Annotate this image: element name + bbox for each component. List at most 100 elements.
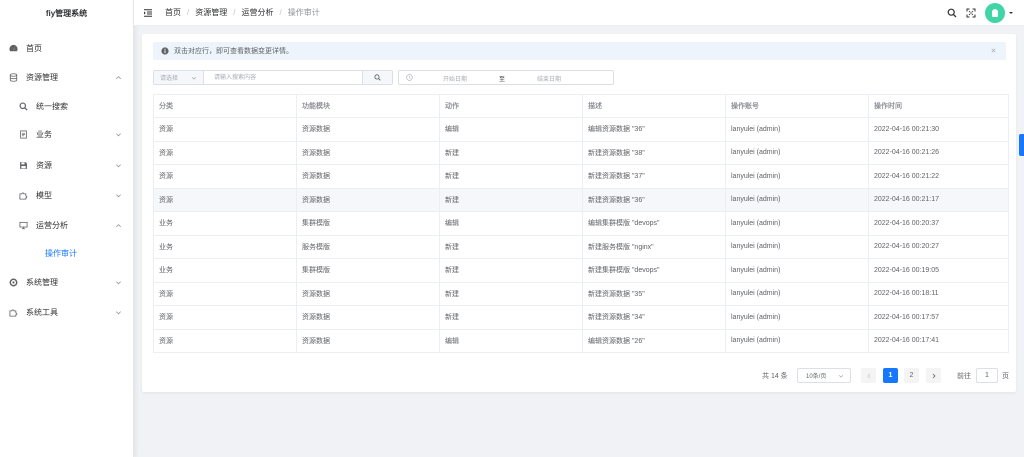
sidebar: fiy管理系统 首页 资源管理 统一搜索 业务 资源 模型 运营分析 操作审计 [0, 0, 134, 457]
sidebar-item-resource[interactable]: 资源 [0, 155, 134, 175]
table-cell: 新建集群模版 "devops" [582, 258, 726, 283]
column-header-account[interactable]: 操作账号 [725, 94, 869, 118]
table-cell: 2022-04-16 00:21:30 [868, 117, 1009, 142]
start-date-input[interactable]: 开始日期 [443, 74, 467, 83]
table-row[interactable]: 资源 资源数据 新建 新建资源数据 "38" lanyulei (admin) … [153, 141, 1009, 165]
table-cell: lanyulei (admin) [725, 188, 869, 212]
table-row[interactable]: 资源 资源数据 新建 新建资源数据 "35" lanyulei (admin) … [153, 282, 1009, 306]
table-cell: 2022-04-16 00:21:26 [868, 141, 1009, 165]
table-cell: 资源数据 [296, 282, 440, 306]
page-size-value: 10条/页 [806, 374, 827, 380]
breadcrumb-resource-management[interactable]: 资源管理 [195, 7, 227, 18]
sidebar-item-operations-analysis[interactable]: 运营分析 [0, 215, 134, 235]
sidebar-item-system-tools[interactable]: 系统工具 [0, 302, 134, 322]
sidebar-item-label: 统一搜索 [36, 101, 68, 111]
table-cell: 业务 [153, 235, 297, 259]
table-cell: 新建资源数据 "37" [582, 164, 726, 189]
sidebar-item-resource-management[interactable]: 资源管理 [0, 67, 134, 87]
column-header-category[interactable]: 分类 [153, 94, 297, 118]
table-cell: 集群模版 [296, 211, 440, 236]
column-header-module[interactable]: 功能模块 [296, 94, 440, 118]
sidebar-item-label: 业务 [36, 129, 52, 139]
table-cell: 业务 [153, 258, 297, 283]
table-row[interactable]: 资源 资源数据 编辑 编辑资源数据 "26" lanyulei (admin) … [153, 329, 1009, 353]
chevron-right-icon [932, 373, 936, 378]
table-row[interactable]: 业务 集群模版 编辑 编辑集群模版 "devops" lanyulei (adm… [153, 211, 1009, 236]
tool-icon [8, 307, 18, 317]
table-cell: 编辑资源数据 "36" [582, 117, 726, 142]
sidebar-item-label: 系统工具 [26, 307, 58, 317]
search-group: 请选择 [153, 70, 393, 85]
search-input[interactable] [204, 71, 362, 84]
sidebar-item-system-management[interactable]: 系统管理 [0, 272, 134, 292]
table-row[interactable]: 业务 集群模版 新建 新建集群模版 "devops" lanyulei (adm… [153, 258, 1009, 283]
table-cell: 新建 [439, 188, 583, 212]
table-cell: lanyulei (admin) [725, 235, 869, 259]
date-range-picker[interactable]: 开始日期 至 结束日期 [398, 70, 614, 85]
table-cell: 2022-04-16 00:21:22 [868, 164, 1009, 189]
page-size-select[interactable]: 10条/页 [797, 368, 851, 383]
goto-prefix: 前往 [957, 373, 971, 380]
table-cell: lanyulei (admin) [725, 258, 869, 283]
search-category-select[interactable]: 请选择 [154, 71, 204, 84]
table-cell: 资源 [153, 117, 297, 142]
sidebar-item-model[interactable]: 模型 [0, 185, 134, 205]
table-header-row: 分类 功能模块 动作 描述 操作账号 操作时间 [153, 94, 1009, 118]
table-cell: 2022-04-16 00:18:11 [868, 282, 1009, 306]
sidebar-item-business[interactable]: 业务 [0, 124, 134, 144]
table-cell: lanyulei (admin) [725, 164, 869, 189]
search-icon[interactable] [947, 8, 957, 18]
header-actions [938, 0, 1014, 26]
sidebar-item-operation-audit[interactable]: 操作审计 [0, 243, 134, 263]
info-icon [161, 47, 169, 55]
chevron-up-icon [116, 223, 121, 227]
search-button[interactable] [362, 71, 392, 84]
table-row[interactable]: 业务 服务模版 新建 新建服务模版 "nginx" lanyulei (admi… [153, 235, 1009, 259]
end-date-input[interactable]: 结束日期 [537, 74, 561, 83]
breadcrumb-operations-analysis[interactable]: 运营分析 [241, 7, 273, 18]
breadcrumb: 首页 / 资源管理 / 运营分析 / 操作审计 [165, 7, 320, 18]
table-cell: 新建 [439, 282, 583, 306]
pagination-total: 共 14 条 [762, 373, 788, 380]
select-placeholder: 请选择 [160, 76, 179, 82]
settings-drawer-tab[interactable] [1019, 134, 1024, 156]
avatar[interactable] [985, 3, 1005, 23]
table-cell: 2022-04-16 00:19:05 [868, 258, 1009, 283]
column-header-description[interactable]: 描述 [582, 94, 726, 118]
column-header-action[interactable]: 动作 [439, 94, 583, 118]
sidebar-item-unified-search[interactable]: 统一搜索 [0, 96, 134, 116]
table-cell: 2022-04-16 00:17:57 [868, 305, 1009, 330]
document-icon [18, 129, 28, 139]
caret-down-icon[interactable] [1008, 10, 1014, 16]
table-cell: 新建资源数据 "34" [582, 305, 726, 330]
column-header-time[interactable]: 操作时间 [868, 94, 1009, 118]
table-row[interactable]: 资源 资源数据 新建 新建资源数据 "37" lanyulei (admin) … [153, 164, 1009, 189]
table-cell: 资源数据 [296, 164, 440, 189]
menu-fold-icon[interactable] [143, 8, 153, 18]
table-cell: 2022-04-16 00:20:27 [868, 235, 1009, 259]
table-cell: lanyulei (admin) [725, 141, 869, 165]
table-row[interactable]: 资源 资源数据 编辑 编辑资源数据 "36" lanyulei (admin) … [153, 117, 1009, 142]
prev-page-button[interactable] [861, 368, 876, 383]
table-cell: 业务 [153, 211, 297, 236]
clock-icon [406, 74, 413, 81]
table-cell: 2022-04-16 00:20:37 [868, 211, 1009, 236]
chevron-down-icon [191, 77, 197, 80]
sidebar-item-home[interactable]: 首页 [0, 38, 134, 58]
breadcrumb-home[interactable]: 首页 [165, 7, 181, 18]
goto-page-input[interactable]: 1 [976, 368, 998, 383]
page-button-1[interactable]: 1 [883, 368, 898, 383]
table-cell: 资源 [153, 329, 297, 353]
table-row[interactable]: 资源 资源数据 新建 新建资源数据 "34" lanyulei (admin) … [153, 305, 1009, 330]
next-page-button[interactable] [926, 368, 941, 383]
search-icon [374, 74, 381, 81]
fullscreen-icon[interactable] [966, 8, 976, 18]
table-cell: 新建 [439, 235, 583, 259]
table-cell: lanyulei (admin) [725, 329, 869, 353]
sidebar-item-label: 系统管理 [26, 277, 58, 287]
table-row[interactable]: 资源 资源数据 新建 新建资源数据 "36" lanyulei (admin) … [153, 188, 1009, 212]
page-button-2[interactable]: 2 [904, 368, 919, 383]
goto-suffix: 页 [1002, 373, 1009, 380]
close-icon[interactable] [990, 47, 997, 54]
chevron-down-icon [116, 193, 121, 197]
